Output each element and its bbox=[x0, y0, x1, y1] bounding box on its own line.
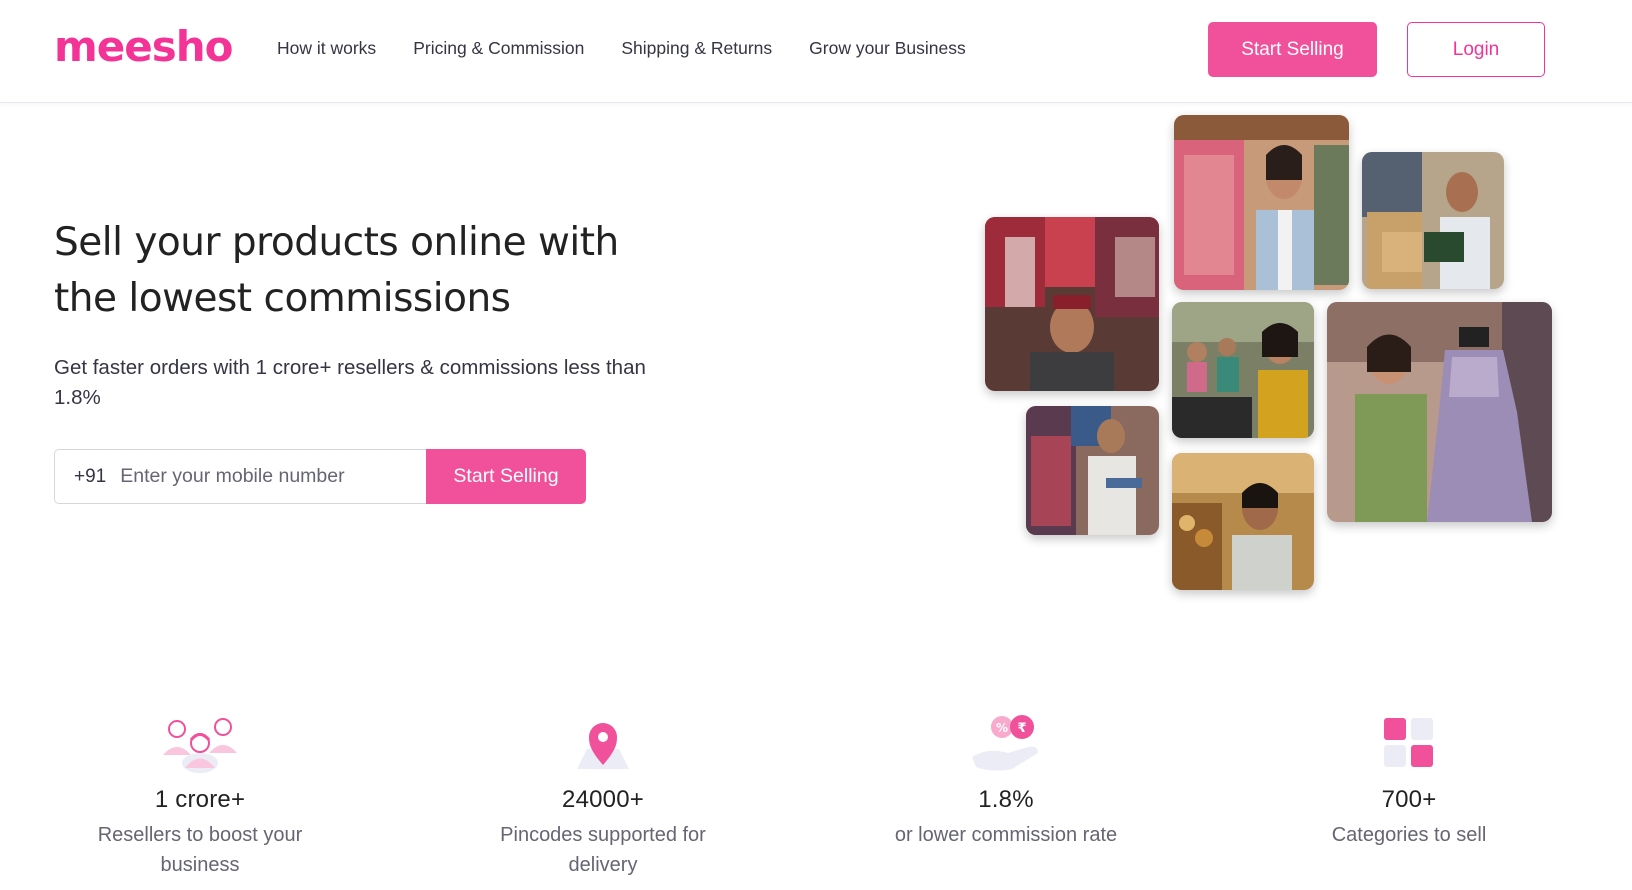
signup-form: +91 Start Selling bbox=[54, 449, 586, 504]
stat-label: Resellers to boost your business bbox=[97, 824, 303, 876]
phone-field: +91 bbox=[54, 449, 426, 504]
stat-value: 1 crore+ bbox=[154, 786, 246, 813]
header-start-selling-button[interactable]: Start Selling bbox=[1208, 22, 1377, 77]
location-pin-icon bbox=[453, 713, 753, 773]
stat-label: Categories to sell bbox=[1331, 824, 1487, 846]
hero-title: Sell your products online with the lowes… bbox=[54, 220, 619, 321]
stat-value: 1.8% bbox=[978, 786, 1034, 813]
seller-photo-tailor-workshop bbox=[1172, 302, 1314, 438]
stat-commission: % ₹ 1.8% or lower commission rate bbox=[856, 713, 1156, 850]
country-code: +91 bbox=[74, 465, 107, 487]
seller-photo-dress-boutique bbox=[1327, 302, 1552, 522]
nav-shipping-returns[interactable]: Shipping & Returns bbox=[621, 38, 772, 59]
seller-photo-boutique-owner bbox=[1174, 115, 1349, 290]
nav-grow-business[interactable]: Grow your Business bbox=[809, 38, 966, 59]
hero-start-selling-button[interactable]: Start Selling bbox=[426, 449, 586, 504]
nav-how-it-works[interactable]: How it works bbox=[277, 38, 376, 59]
categories-grid-icon bbox=[1259, 713, 1559, 773]
seller-photo-shawl-shop bbox=[985, 217, 1159, 391]
site-header: meesho How it works Pricing & Commission… bbox=[0, 0, 1632, 103]
nav-pricing-commission[interactable]: Pricing & Commission bbox=[413, 38, 584, 59]
seller-photo-garment-store bbox=[1026, 406, 1159, 535]
svg-text:%: % bbox=[996, 721, 1008, 735]
stat-pincodes: 24000+ Pincodes supported for delivery bbox=[453, 713, 753, 880]
hero-subtitle: Get faster orders with 1 crore+ reseller… bbox=[54, 356, 646, 409]
seller-photo-dryfruit-shop bbox=[1172, 453, 1314, 590]
svg-text:₹: ₹ bbox=[1017, 721, 1026, 736]
commission-hand-icon: % ₹ bbox=[856, 713, 1156, 773]
stat-label: or lower commission rate bbox=[894, 824, 1118, 846]
resellers-group-icon bbox=[50, 713, 350, 773]
stat-value: 24000+ bbox=[562, 786, 644, 813]
stat-resellers: 1 crore+ Resellers to boost your busines… bbox=[50, 713, 350, 880]
stat-label: Pincodes supported for delivery bbox=[500, 824, 706, 876]
login-button[interactable]: Login bbox=[1407, 22, 1545, 77]
seller-photo-warehouse bbox=[1362, 152, 1504, 289]
meesho-logo[interactable]: meesho bbox=[54, 22, 233, 71]
main-nav: How it works Pricing & Commission Shippi… bbox=[277, 38, 966, 59]
stat-value: 700+ bbox=[1381, 786, 1437, 813]
mobile-number-input[interactable] bbox=[120, 465, 391, 488]
stat-categories: 700+ Categories to sell bbox=[1259, 713, 1559, 850]
